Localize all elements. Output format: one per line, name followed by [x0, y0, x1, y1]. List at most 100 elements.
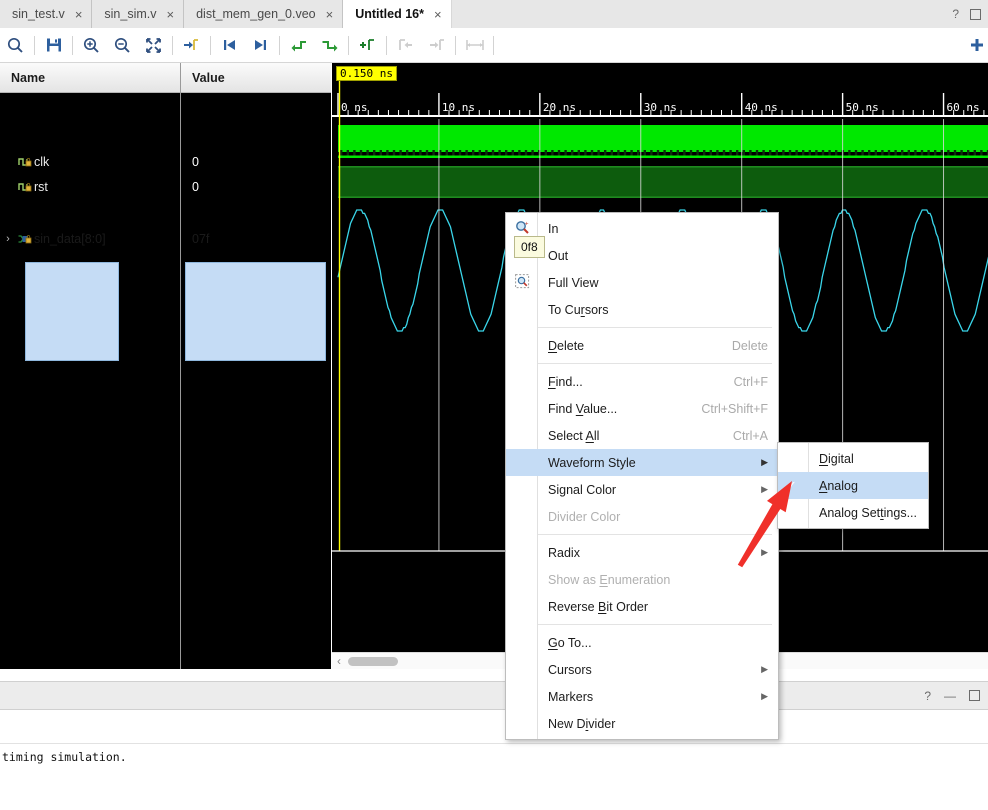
menu-item-delete[interactable]: Delete Delete [506, 332, 778, 359]
menu-item-label: Delete [548, 338, 585, 353]
signal-row-clk[interactable]: clk [0, 149, 180, 174]
menu-item-label: Cursors [548, 662, 592, 677]
tab-label: dist_mem_gen_0.veo [196, 7, 316, 21]
search-icon[interactable] [0, 30, 31, 60]
close-icon[interactable]: × [75, 8, 83, 21]
zoom-in-icon: + [515, 220, 530, 238]
menu-item-go-to[interactable]: Go To... [506, 629, 778, 656]
name-column-header: Name [0, 63, 180, 93]
measure-icon [459, 30, 490, 60]
tab-label: sin_sim.v [104, 7, 157, 21]
help-icon[interactable]: ? [924, 689, 931, 703]
time-ruler[interactable]: 0 ns 10 ns 20 ns 30 ns 40 ns 50 ns 60 ns [332, 63, 988, 119]
toolbar-separator [348, 35, 349, 55]
svg-text:20 ns: 20 ns [543, 101, 576, 114]
menu-item-label: Out [548, 248, 569, 263]
menu-item-find-value[interactable]: Find Value... Ctrl+Shift+F [506, 395, 778, 422]
expand-arrow-icon[interactable]: › [0, 233, 16, 245]
menu-separator [538, 624, 772, 625]
next-cursor-icon [421, 30, 452, 60]
svg-text:40 ns: 40 ns [745, 101, 778, 114]
editor-tab-bar: sin_test.v × sin_sim.v × dist_mem_gen_0.… [0, 0, 988, 29]
prev-cursor-icon [390, 30, 421, 60]
menu-item-shortcut: Delete [731, 338, 768, 353]
submenu-item-digital[interactable]: Digital [778, 445, 928, 472]
zoom-out-icon[interactable] [107, 30, 138, 60]
menu-item-markers[interactable]: Markers ▶ [506, 683, 778, 710]
waveform-context-menu[interactable]: + In Out Full View To Cursors Delete Delete Fin… [505, 212, 779, 740]
menu-item-in[interactable]: + In [506, 215, 778, 242]
next-transition-icon[interactable] [245, 30, 276, 60]
cursor-time-label: 0.150 ns [336, 66, 397, 81]
menu-item-label: Divider Color [548, 509, 621, 524]
help-icon[interactable]: ? [952, 7, 959, 21]
value-column-header-label: Value [192, 70, 225, 85]
chevron-right-icon: ▶ [761, 691, 768, 701]
chevron-right-icon: ▶ [761, 457, 768, 467]
toolbar-overflow[interactable] [970, 38, 988, 52]
menu-item-signal-color[interactable]: Signal Color ▶ [506, 476, 778, 503]
menu-item-find[interactable]: Find... Ctrl+F [506, 368, 778, 395]
signal-name-label: clk [34, 154, 50, 169]
save-icon[interactable] [38, 30, 69, 60]
maximize-icon[interactable] [969, 690, 980, 701]
chevron-right-icon: ▶ [761, 484, 768, 494]
menu-item-full-view[interactable]: Full View [506, 269, 778, 296]
svg-text:10 ns: 10 ns [442, 101, 475, 114]
previous-marker-icon[interactable] [283, 30, 314, 60]
svg-text:60 ns: 60 ns [947, 101, 980, 114]
close-icon[interactable]: × [434, 8, 442, 21]
menu-item-select-all[interactable]: Select All Ctrl+A [506, 422, 778, 449]
minimize-icon[interactable]: — [944, 689, 956, 703]
checkmark-icon: ✓ [786, 477, 797, 493]
add-marker-icon[interactable] [352, 30, 383, 60]
zoom-in-icon[interactable] [76, 30, 107, 60]
menu-item-out[interactable]: Out [506, 242, 778, 269]
scroll-thumb[interactable] [348, 656, 398, 666]
menu-item-label: Find Value... [548, 401, 618, 416]
menu-separator [538, 327, 772, 328]
previous-transition-icon[interactable] [214, 30, 245, 60]
toolbar-separator [72, 35, 73, 55]
toolbar-separator [34, 35, 35, 55]
logic-signal-icon [16, 156, 34, 168]
signal-row-rst[interactable]: rst [0, 174, 180, 199]
rst-waveform [338, 166, 988, 198]
close-icon[interactable]: × [326, 8, 334, 21]
tab-untitled-16[interactable]: Untitled 16* × [343, 0, 452, 28]
menu-item-cursors[interactable]: Cursors ▶ [506, 656, 778, 683]
console-splitter[interactable] [0, 670, 988, 681]
signal-name-rows: clk rst › sin_data[8:0] [0, 93, 180, 613]
waveform-style-submenu[interactable]: Digital ✓ Analog Analog Settings... [777, 442, 929, 529]
bus-signal-icon [16, 233, 34, 245]
submenu-item-analog-settings[interactable]: Analog Settings... [778, 499, 928, 526]
tab-bar-spacer [451, 0, 943, 28]
menu-item-label: Show as Enumeration [548, 572, 671, 587]
tab-sin-test-v[interactable]: sin_test.v × [0, 0, 93, 28]
menu-item-reverse-bit-order[interactable]: Reverse Bit Order [506, 593, 778, 620]
menu-item-waveform-style[interactable]: Waveform Style ▶ [506, 449, 778, 476]
submenu-item-label: Analog [819, 478, 858, 493]
menu-item-shortcut: Ctrl+Shift+F [701, 401, 768, 416]
waveform-toolbar [0, 28, 988, 63]
value-column-header: Value [181, 63, 331, 93]
selected-signal-highlight [25, 262, 119, 361]
submenu-item-analog[interactable]: ✓ Analog [778, 472, 928, 499]
signal-row-sin-data[interactable]: › sin_data[8:0] [0, 226, 180, 251]
menu-item-label: Go To... [548, 635, 592, 650]
menu-item-new-divider[interactable]: New Divider [506, 710, 778, 737]
tab-sin-sim-v[interactable]: sin_sim.v × [92, 0, 185, 28]
zoom-fit-icon[interactable] [138, 30, 169, 60]
goto-time-icon[interactable] [176, 30, 207, 60]
menu-item-label: Waveform Style [548, 455, 636, 470]
toolbar-separator [172, 35, 173, 55]
menu-item-to-cursors[interactable]: To Cursors [506, 296, 778, 323]
toolbar-separator [493, 35, 494, 55]
tab-dist-mem-gen-0-veo[interactable]: dist_mem_gen_0.veo × [184, 0, 344, 28]
close-icon[interactable]: × [167, 8, 175, 21]
maximize-icon[interactable] [970, 8, 981, 20]
menu-item-radix[interactable]: Radix ▶ [506, 539, 778, 566]
next-marker-icon[interactable] [314, 30, 345, 60]
signal-value-rows: 0 0 07f [181, 93, 331, 613]
scroll-left-icon[interactable]: ‹ [337, 654, 341, 668]
